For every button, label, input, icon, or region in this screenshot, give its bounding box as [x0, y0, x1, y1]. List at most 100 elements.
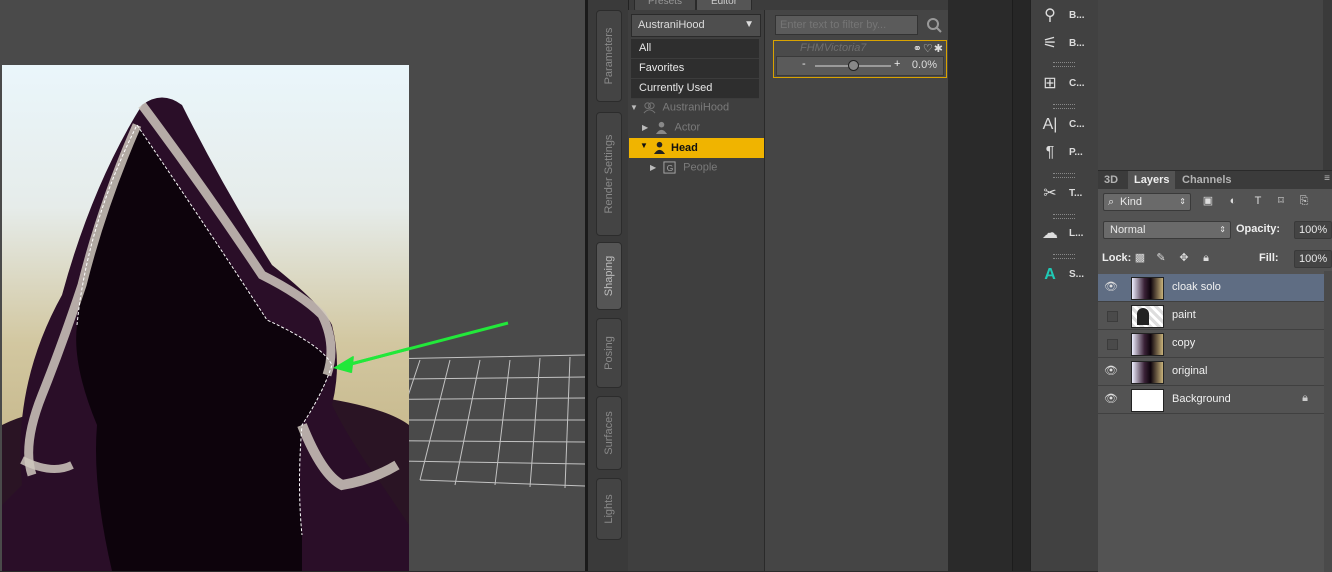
- expand-right-icon[interactable]: ▶: [650, 163, 660, 172]
- dock-item-7[interactable]: A S...: [1037, 263, 1093, 289]
- dock-item-6[interactable]: ☁ L...: [1037, 222, 1093, 248]
- search-icon: ⌕: [1108, 196, 1115, 208]
- tab-surfaces[interactable]: Surfaces: [596, 396, 622, 470]
- figure-group-icon: [643, 102, 656, 114]
- dock-item-2[interactable]: ⊞ C...: [1037, 72, 1093, 98]
- category-favorites[interactable]: Favorites: [631, 59, 759, 79]
- person-icon: [653, 141, 666, 154]
- lock-all-icon[interactable]: 🔒︎: [1200, 252, 1212, 264]
- node-select-dropdown[interactable]: AustraniHood ▼: [631, 14, 761, 37]
- blend-mode-select[interactable]: Normal ⇕: [1103, 221, 1231, 239]
- top-tab-bar: Presets Editor: [628, 0, 768, 12]
- dock-grip[interactable]: [1053, 214, 1075, 219]
- type-filter-icon[interactable]: T: [1252, 195, 1264, 207]
- layer-thumbnail: [1131, 389, 1164, 412]
- person-icon: [655, 121, 668, 134]
- eye-icon[interactable]: 👁︎: [1104, 364, 1118, 378]
- node-category-column: AustraniHood ▼ All Favorites Currently U…: [628, 10, 765, 571]
- opacity-input[interactable]: 100%: [1294, 221, 1332, 239]
- decrement-button[interactable]: -: [802, 58, 806, 70]
- layer-row[interactable]: 👁︎ Background 🔒︎: [1098, 386, 1324, 414]
- panel-menu-icon[interactable]: ≡: [1324, 173, 1330, 184]
- daz-parameters-pane: Parameters Render Settings Shaping Posin…: [588, 0, 948, 571]
- search-icon[interactable]: [925, 15, 943, 35]
- dropdown-arrow-icon: ▼: [744, 19, 754, 30]
- filter-input[interactable]: [775, 15, 918, 35]
- tree-item-root[interactable]: ▼ AustraniHood: [630, 101, 729, 120]
- clone-source-icon: ⊞: [1043, 75, 1057, 92]
- smart-object-filter-icon[interactable]: ⎘: [1298, 195, 1310, 207]
- render-canvas: [2, 65, 409, 571]
- tab-layers[interactable]: Layers: [1128, 171, 1176, 189]
- brush-presets-icon: ⚟: [1042, 35, 1058, 52]
- eye-icon[interactable]: 👁︎: [1104, 280, 1118, 294]
- opacity-label: Opacity:: [1236, 223, 1281, 235]
- eye-icon[interactable]: 👁︎: [1104, 392, 1118, 406]
- slider-label: FHMVictoria7: [800, 42, 867, 54]
- lock-position-icon[interactable]: ✥: [1178, 252, 1190, 264]
- 3d-viewport[interactable]: [0, 0, 585, 571]
- arrow-line: [346, 347, 409, 367]
- panel-dock-strip: [1012, 0, 1031, 571]
- tree-item-head[interactable]: ▼ Head: [629, 138, 764, 158]
- layer-row[interactable]: copy: [1098, 330, 1324, 358]
- dock-grip[interactable]: [1053, 104, 1075, 109]
- dock-item-5[interactable]: ✂ T...: [1037, 182, 1093, 208]
- expand-down-icon[interactable]: ▼: [630, 103, 640, 112]
- libraries-icon: ☁: [1042, 225, 1058, 242]
- dock-item-4[interactable]: ¶ P...: [1037, 141, 1093, 167]
- visibility-toggle[interactable]: [1107, 311, 1118, 322]
- arrow-head: [334, 356, 354, 373]
- tool-presets-icon: ✂: [1043, 185, 1057, 202]
- visibility-toggle[interactable]: [1107, 339, 1118, 350]
- dock-grip[interactable]: [1053, 62, 1075, 67]
- svg-text:G: G: [667, 163, 674, 173]
- tab-shaping[interactable]: Shaping: [596, 242, 622, 310]
- fill-input[interactable]: 100%: [1294, 250, 1332, 268]
- category-currently-used[interactable]: Currently Used: [631, 79, 759, 99]
- hooded-figure-image: [2, 97, 409, 571]
- tree-item-people[interactable]: ▶ G People: [650, 161, 717, 180]
- filter-kind-select[interactable]: ⌕ Kind ⇕: [1103, 193, 1191, 211]
- stepper-icon: ⇕: [1179, 197, 1186, 206]
- layer-row[interactable]: 👁︎ original: [1098, 358, 1324, 386]
- layer-row[interactable]: 👁︎ cloak solo: [1098, 274, 1324, 302]
- slider-knob[interactable]: [847, 60, 859, 71]
- shape-filter-icon[interactable]: ⌑: [1275, 195, 1287, 207]
- tab-posing[interactable]: Posing: [596, 318, 622, 388]
- parameter-list-column: FHMVictoria7 ⚭♡✱ - + 0.0%: [765, 10, 948, 571]
- upper-panel-scrollbar[interactable]: [1323, 0, 1332, 170]
- character-icon: A|: [1042, 116, 1058, 133]
- layer-thumbnail: [1131, 333, 1164, 356]
- layer-row[interactable]: paint: [1098, 302, 1324, 330]
- group-box-icon: G: [663, 161, 676, 174]
- paragraph-icon: ¶: [1045, 144, 1055, 161]
- dock-item-3[interactable]: A| C...: [1037, 113, 1093, 139]
- tab-channels[interactable]: Channels: [1176, 171, 1238, 189]
- morph-slider-widget[interactable]: FHMVictoria7 ⚭♡✱ - + 0.0%: [773, 40, 947, 78]
- fill-label: Fill:: [1259, 252, 1279, 264]
- tab-3d[interactable]: 3D: [1098, 171, 1124, 189]
- layers-scrollbar[interactable]: [1324, 271, 1332, 572]
- adjustment-filter-icon[interactable]: ◐: [1227, 195, 1239, 207]
- dock-item-0[interactable]: ⚲ B...: [1037, 4, 1093, 30]
- dock-grip[interactable]: [1053, 173, 1075, 178]
- lock-transparent-icon[interactable]: ▩: [1134, 252, 1146, 264]
- expand-right-icon[interactable]: ▶: [642, 123, 652, 132]
- layer-thumbnail: [1131, 277, 1164, 300]
- tab-parameters[interactable]: Parameters: [596, 10, 622, 102]
- layer-list: 👁︎ cloak solo paint copy 👁︎ original 👁︎ …: [1098, 274, 1324, 414]
- pixel-filter-icon[interactable]: ▣: [1202, 195, 1214, 207]
- slider-options-icons[interactable]: ⚭♡✱: [913, 42, 944, 55]
- increment-button[interactable]: +: [894, 58, 900, 70]
- dock-item-1[interactable]: ⚟ B...: [1037, 32, 1093, 58]
- dock-grip[interactable]: [1053, 254, 1075, 259]
- tab-render-settings[interactable]: Render Settings: [596, 112, 622, 236]
- slider-row[interactable]: - + 0.0%: [776, 56, 944, 76]
- layers-panel: 3D Layers Channels ≡ ⌕ Kind ⇕ ▣ ◐ T ⌑ ⎘ …: [1098, 170, 1332, 572]
- category-all[interactable]: All: [631, 39, 759, 59]
- lock-image-icon[interactable]: ✎: [1155, 252, 1167, 264]
- expand-down-icon[interactable]: ▼: [640, 141, 650, 150]
- slider-value[interactable]: 0.0%: [912, 59, 937, 71]
- tab-lights[interactable]: Lights: [596, 478, 622, 540]
